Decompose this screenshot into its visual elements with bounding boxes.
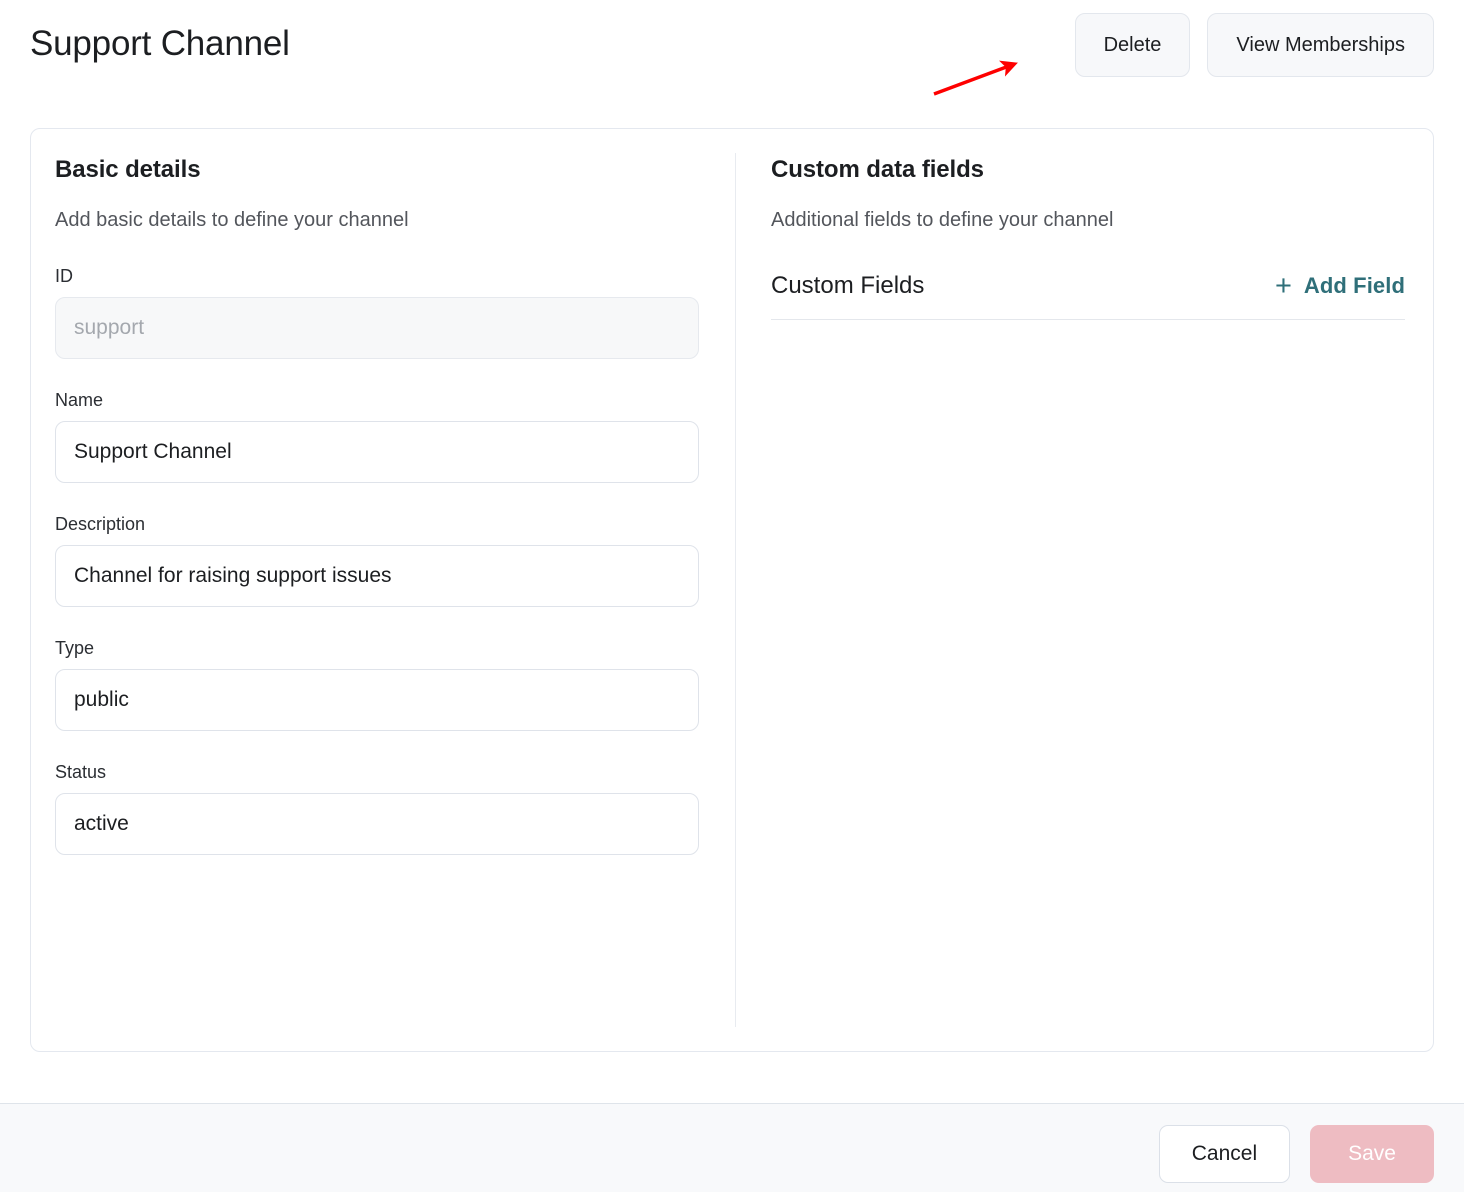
- field-id-label: ID: [55, 265, 711, 287]
- channel-details-card: Basic details Add basic details to defin…: [30, 128, 1434, 1052]
- field-type-label: Type: [55, 637, 711, 659]
- basic-details-title: Basic details: [55, 155, 711, 185]
- delete-button[interactable]: Delete: [1075, 13, 1191, 77]
- field-description-label: Description: [55, 513, 711, 535]
- custom-fields-list-title: Custom Fields: [771, 271, 924, 301]
- cancel-button[interactable]: Cancel: [1159, 1125, 1290, 1183]
- type-input[interactable]: [55, 669, 699, 731]
- custom-data-fields-title: Custom data fields: [771, 155, 1405, 185]
- field-description: Description: [55, 513, 711, 607]
- description-input[interactable]: [55, 545, 699, 607]
- field-name: Name: [55, 389, 711, 483]
- basic-details-subtitle: Add basic details to define your channel: [55, 207, 711, 233]
- field-type: Type: [55, 637, 711, 731]
- plus-icon: +: [1275, 272, 1292, 301]
- footer-actions: Cancel Save: [1159, 1125, 1434, 1183]
- page-footer: Cancel Save: [0, 1103, 1464, 1192]
- custom-data-fields-subtitle: Additional fields to define your channel: [771, 207, 1405, 233]
- page-title: Support Channel: [30, 18, 290, 70]
- custom-fields-header: Custom Fields + Add Field: [771, 271, 1405, 320]
- name-input[interactable]: [55, 421, 699, 483]
- add-field-label: Add Field: [1304, 272, 1405, 300]
- custom-data-fields-section: Custom data fields Additional fields to …: [735, 129, 1433, 1051]
- view-memberships-button[interactable]: View Memberships: [1207, 13, 1434, 77]
- field-status-label: Status: [55, 761, 711, 783]
- channel-edit-page: Support Channel Delete View Memberships …: [0, 0, 1464, 1192]
- id-input: [55, 297, 699, 359]
- header-actions: Delete View Memberships: [1075, 13, 1434, 77]
- field-name-label: Name: [55, 389, 711, 411]
- page-header: Support Channel Delete View Memberships: [0, 0, 1464, 104]
- field-status: Status: [55, 761, 711, 855]
- status-input[interactable]: [55, 793, 699, 855]
- save-button: Save: [1310, 1125, 1434, 1183]
- basic-details-section: Basic details Add basic details to defin…: [31, 129, 735, 1051]
- add-field-button[interactable]: + Add Field: [1275, 272, 1405, 301]
- field-id: ID: [55, 265, 711, 359]
